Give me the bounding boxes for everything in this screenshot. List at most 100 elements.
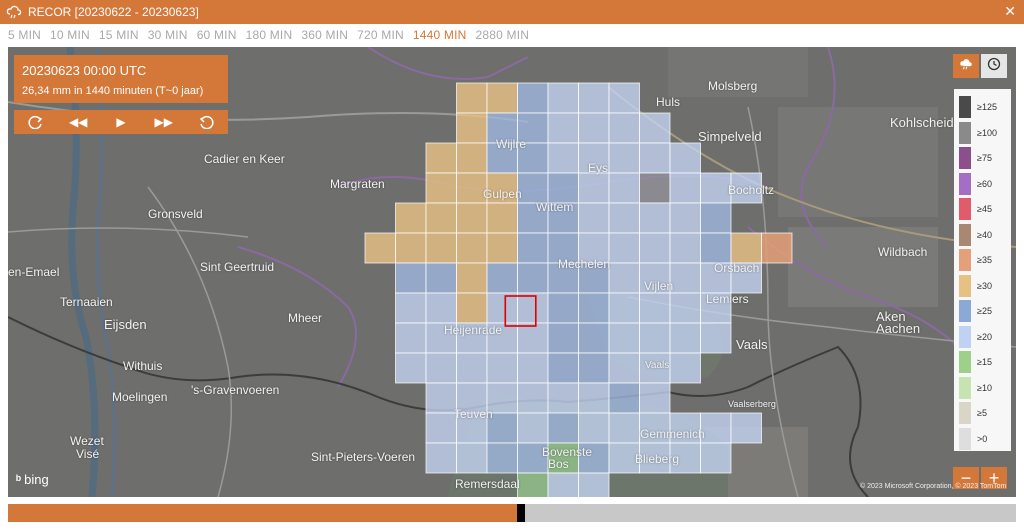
grid-cell [578, 382, 610, 414]
place-label: Gemmenich [640, 427, 705, 441]
place-label: Aachen [876, 321, 921, 336]
grid-cell [761, 232, 793, 264]
forward-end-icon[interactable] [192, 112, 222, 132]
place-label: Moelingen [112, 390, 168, 404]
play-icon[interactable]: ▶ [106, 112, 136, 132]
grid-cell [517, 232, 549, 264]
interval-tab-720-min[interactable]: 720 MIN [357, 28, 404, 42]
amount-label: 26,34 mm in 1440 minuten (T~0 jaar) [22, 85, 204, 97]
interval-tab-2880-min[interactable]: 2880 MIN [476, 28, 530, 42]
grid-cell [578, 112, 610, 144]
grid-cell [608, 112, 640, 144]
place-label: 's-Gravenvoeren [191, 383, 280, 397]
place-label: Remersdaal [455, 477, 520, 491]
legend-label: ≥30 [977, 280, 992, 291]
place-label: Vaals [736, 337, 768, 352]
grid-cell [669, 262, 701, 294]
grid-cell [608, 142, 640, 174]
interval-tab-60-min[interactable]: 60 MIN [197, 28, 237, 42]
info-panel: 20230623 00:00 UTC 26,34 mm in 1440 minu… [14, 55, 228, 103]
rain-cloud-icon [959, 57, 973, 76]
grid-cell [700, 322, 732, 354]
legend-row: ≥35 [959, 249, 1009, 271]
legend-row: ≥45 [959, 198, 1009, 220]
grid-cell [425, 172, 457, 204]
grid-cell [395, 292, 427, 324]
place-label: Eijsden [104, 317, 147, 332]
place-label: Heijenrade [444, 323, 503, 337]
interval-tab-30-min[interactable]: 30 MIN [148, 28, 188, 42]
grid-cell [486, 82, 518, 114]
datetime-label: 20230623 00:00 UTC [22, 63, 147, 78]
grid-cell [578, 82, 610, 114]
grid-cell [486, 202, 518, 234]
grid-cell [395, 322, 427, 354]
place-label: Bos [548, 457, 569, 471]
legend-label: ≥10 [977, 382, 992, 393]
grid-cell [456, 82, 488, 114]
place-label: Wittem [536, 200, 574, 214]
legend-row: ≥10 [959, 376, 1009, 399]
interval-tab-180-min[interactable]: 180 MIN [246, 28, 293, 42]
place-label: Sint Geertruid [200, 260, 275, 274]
grid-cell [730, 232, 762, 264]
place-label: Vijlen [644, 279, 674, 293]
legend-swatch [959, 147, 971, 169]
grid-cell [639, 292, 671, 324]
legend-swatch [959, 300, 971, 322]
grid-cell [669, 352, 701, 384]
rewind-start-icon[interactable] [20, 112, 50, 132]
legend-row: ≥100 [959, 121, 1009, 144]
bing-icon: ᵇ [16, 472, 22, 487]
place-label: Wijlre [496, 137, 526, 151]
interval-tab-15-min[interactable]: 15 MIN [99, 28, 139, 42]
grid-cell [486, 232, 518, 264]
place-label: Withuis [123, 359, 163, 373]
rain-layer-toggle[interactable] [953, 54, 979, 78]
close-icon[interactable]: ✕ [1004, 3, 1016, 20]
place-label: Teuven [454, 407, 493, 421]
grid-cell [608, 292, 640, 324]
grid-cell [425, 442, 457, 474]
legend-swatch [959, 172, 971, 195]
title-bar: RECOR [20230622 - 20230623] ✕ [0, 0, 1024, 24]
legend-row: ≥40 [959, 223, 1009, 246]
grid-cell [578, 412, 610, 444]
grid-cell [456, 442, 488, 474]
grid-cell [425, 202, 457, 234]
window-title: RECOR [20230622 - 20230623] [28, 5, 199, 19]
interval-tab-360-min[interactable]: 360 MIN [301, 28, 348, 42]
timeline-slider[interactable] [8, 504, 1016, 522]
interval-tab-1440-min[interactable]: 1440 MIN [413, 28, 467, 42]
grid-cell [547, 82, 579, 114]
grid-cell [425, 352, 457, 384]
grid-cell [425, 232, 457, 264]
legend-label: ≥25 [977, 306, 992, 316]
map-view[interactable]: Huls Molsberg Kohlscheid Simpelveld Cadier e… [8, 47, 1016, 497]
step-forward-icon[interactable]: ▶▶ [149, 112, 179, 132]
place-label: Bocholtz [728, 183, 775, 197]
legend-row: >0 [959, 427, 1009, 450]
interval-tab-5-min[interactable]: 5 MIN [8, 28, 41, 42]
grid-cell [578, 352, 610, 384]
place-label: Wildbach [878, 245, 928, 259]
interval-tab-10-min[interactable]: 10 MIN [50, 28, 90, 42]
step-back-icon[interactable]: ◀◀ [63, 112, 93, 132]
grid-cell [608, 322, 640, 354]
grid-cell [456, 352, 488, 384]
grid-cell [608, 262, 640, 294]
legend-label: ≥35 [977, 255, 992, 265]
legend-row: ≥5 [959, 402, 1009, 424]
place-label: Mechelen [558, 257, 611, 271]
grid-cell [547, 322, 579, 354]
grid-cell [456, 202, 488, 234]
legend-row: ≥60 [959, 172, 1009, 195]
clock-toggle[interactable] [981, 54, 1007, 78]
grid-cell [547, 172, 579, 204]
legend-row: ≥30 [959, 274, 1009, 297]
timeline-thumb[interactable] [517, 504, 526, 522]
grid-cell [608, 382, 640, 414]
grid-cell [639, 142, 671, 174]
grid-cell [547, 472, 579, 497]
legend-swatch [959, 427, 971, 450]
